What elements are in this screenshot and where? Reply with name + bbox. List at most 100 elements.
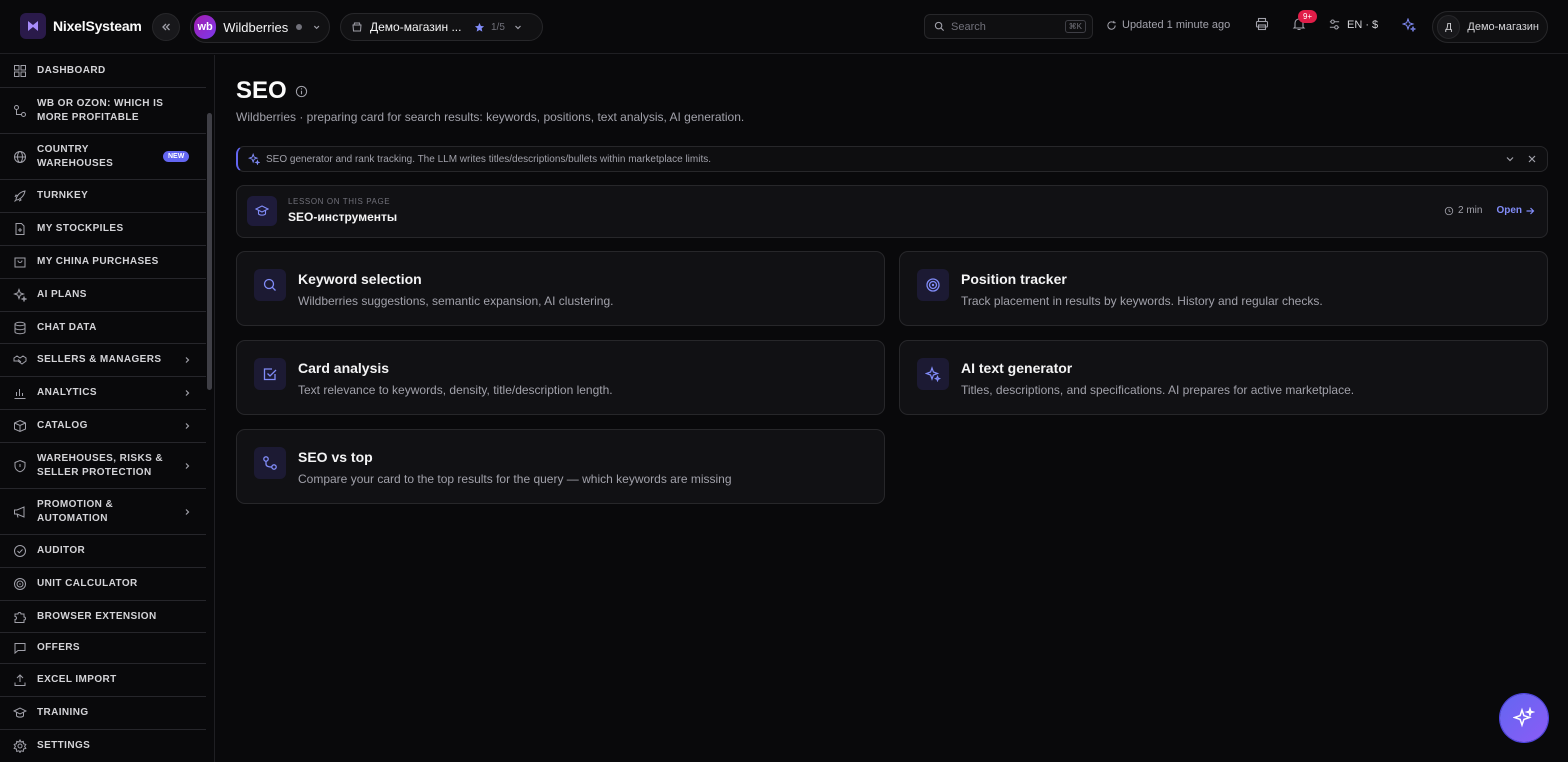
- sidebar-item-wb-vs-ozon[interactable]: WB or Ozon: which is more profitable: [0, 88, 206, 134]
- lesson-panel: Lesson on this page SEO-инструменты 2 mi…: [236, 185, 1548, 238]
- search-icon: [934, 21, 945, 32]
- sidebar-item-warehouses-risks[interactable]: Warehouses, risks & seller protection: [0, 443, 206, 489]
- rocket-icon: [14, 190, 26, 202]
- compare-icon: [254, 447, 286, 479]
- lesson-duration: 2 min: [1457, 205, 1483, 216]
- card-description: Track placement in results by keywords. …: [961, 294, 1323, 308]
- chevron-down-icon[interactable]: [1504, 153, 1516, 165]
- close-icon[interactable]: [1526, 153, 1538, 165]
- chevron-right-icon: [185, 423, 190, 429]
- tool-card-keyword-selection[interactable]: Keyword selection Wildberries suggestion…: [236, 251, 885, 326]
- language-currency: EN · $: [1347, 18, 1379, 31]
- sidebar-item-country-warehouses[interactable]: Country warehouses NEW: [0, 134, 206, 180]
- store-count: 1/5: [491, 21, 505, 33]
- card-title: AI text generator: [961, 360, 1073, 376]
- search-input[interactable]: Search ⌘K: [924, 14, 1093, 39]
- user-menu-button[interactable]: Д Демо-магазин: [1432, 11, 1548, 43]
- logo-icon: [20, 13, 46, 39]
- sidebar-item-my-stockpiles[interactable]: My stockpiles: [0, 213, 206, 246]
- sparkle-icon: [13, 288, 27, 302]
- lesson-kicker: Lesson on this page: [288, 197, 391, 206]
- info-icon[interactable]: [295, 85, 308, 98]
- search-icon: [254, 269, 286, 301]
- sidebar-item-china-purchases[interactable]: My China purchases: [0, 246, 206, 279]
- sidebar-item-label: WB or Ozon: which is more profitable: [37, 97, 164, 123]
- sidebar-item-label: Settings: [37, 740, 91, 751]
- avatar: Д: [1437, 15, 1461, 39]
- sidebar-item-chat-data[interactable]: Chat data: [0, 312, 206, 344]
- lesson-open-label: Open: [1496, 205, 1522, 216]
- marketplace-name: Wildberries: [223, 19, 289, 35]
- bag-icon: [14, 257, 26, 268]
- sidebar-item-label: Country warehouses: [37, 143, 114, 169]
- page-header: SEO: [236, 77, 308, 105]
- chevrons-left-icon: [162, 23, 170, 31]
- language-currency-selector[interactable]: EN · $: [1328, 18, 1378, 31]
- sidebar-item-dashboard[interactable]: Dashboard: [0, 55, 206, 88]
- tool-card-ai-text-generator[interactable]: AI text generator Titles, descriptions, …: [899, 340, 1548, 415]
- handshake-icon: [13, 355, 27, 365]
- sidebar-item-ai-plans[interactable]: AI plans: [0, 279, 206, 312]
- sidebar-item-catalog[interactable]: Catalog: [0, 410, 206, 443]
- status-dot: [296, 24, 302, 30]
- check-circle-icon: [14, 545, 26, 557]
- card-title: Position tracker: [961, 271, 1067, 287]
- top-bar: NixelSysteam wb Wildberries Демо-магазин…: [0, 0, 1568, 54]
- refresh-icon: [1107, 20, 1116, 30]
- banner-text: SEO generator and rank tracking. The LLM…: [266, 153, 712, 165]
- sidebar-item-auditor[interactable]: Auditor: [0, 535, 206, 568]
- tool-card-card-analysis[interactable]: Card analysis Text relevance to keywords…: [236, 340, 885, 415]
- file-icon: [15, 223, 25, 235]
- sidebar-item-label: Dashboard: [37, 65, 106, 76]
- marketplace-switcher[interactable]: wb Wildberries: [190, 11, 330, 43]
- page-subtitle: Wildberries · preparing card for search …: [236, 110, 745, 124]
- sidebar-item-unit-calculator[interactable]: Unit calculator: [0, 568, 206, 601]
- sidebar-item-label: Training: [37, 707, 89, 718]
- sidebar-item-offers[interactable]: Offers: [0, 633, 206, 664]
- tool-card-position-tracker[interactable]: Position tracker Track placement in resu…: [899, 251, 1548, 326]
- notification-badge: 9+: [1298, 10, 1317, 23]
- sidebar-scrollbar[interactable]: [207, 113, 212, 390]
- sidebar-item-label: Browser extension: [37, 610, 157, 622]
- store-switcher[interactable]: Демо-магазин ... 1/5: [340, 13, 543, 41]
- graduation-icon: [13, 707, 27, 718]
- gear-icon: [13, 739, 27, 753]
- sidebar-item-turnkey[interactable]: Turnkey: [0, 180, 206, 213]
- globe-icon: [14, 150, 26, 163]
- card-description: Text relevance to keywords, density, tit…: [298, 383, 613, 397]
- sidebar-item-excel-import[interactable]: Excel import: [0, 664, 206, 697]
- chart-icon: [14, 389, 26, 399]
- database-icon: [14, 321, 26, 334]
- sidebar-item-analytics[interactable]: Analytics: [0, 377, 206, 410]
- sidebar-item-browser-extension[interactable]: Browser extension: [0, 601, 206, 633]
- tool-card-seo-vs-top[interactable]: SEO vs top Compare your card to the top …: [236, 429, 885, 504]
- sidebar-item-label: Promotion & automation: [37, 498, 114, 524]
- sidebar-item-settings[interactable]: Settings: [0, 730, 206, 762]
- ai-sparkle-icon[interactable]: [1402, 18, 1416, 32]
- collapse-sidebar-button[interactable]: [152, 13, 180, 41]
- last-updated[interactable]: Updated 1 minute ago: [1106, 19, 1230, 31]
- sidebar-item-sellers-managers[interactable]: Sellers & managers: [0, 344, 206, 377]
- graduation-icon: [247, 196, 277, 226]
- sidebar: Dashboard WB or Ozon: which is more prof…: [0, 55, 215, 762]
- sidebar-item-label: Auditor: [37, 545, 86, 556]
- sidebar-item-training[interactable]: Training: [0, 697, 206, 730]
- marketplace-logo: wb: [194, 15, 217, 39]
- sidebar-item-label: Offers: [37, 642, 80, 653]
- search-shortcut: ⌘K: [1064, 20, 1086, 33]
- shield-icon: [14, 459, 26, 472]
- sidebar-item-label: Excel import: [37, 674, 117, 685]
- print-icon[interactable]: [1255, 17, 1269, 31]
- store-icon: [352, 22, 362, 32]
- card-title: Keyword selection: [298, 271, 422, 287]
- checkbox-icon: [254, 358, 286, 390]
- lesson-open-link[interactable]: Open: [1496, 205, 1535, 216]
- store-name: Демо-магазин ...: [370, 20, 462, 34]
- sidebar-item-promotion-automation[interactable]: Promotion & automation: [0, 489, 206, 535]
- ai-assistant-button[interactable]: [1500, 694, 1548, 742]
- settings-sliders-icon: [1329, 19, 1340, 30]
- app-logo[interactable]: NixelSysteam: [20, 13, 142, 39]
- sidebar-item-label: Catalog: [37, 420, 88, 431]
- megaphone-icon: [14, 505, 25, 518]
- sidebar-item-label: Unit calculator: [37, 578, 138, 589]
